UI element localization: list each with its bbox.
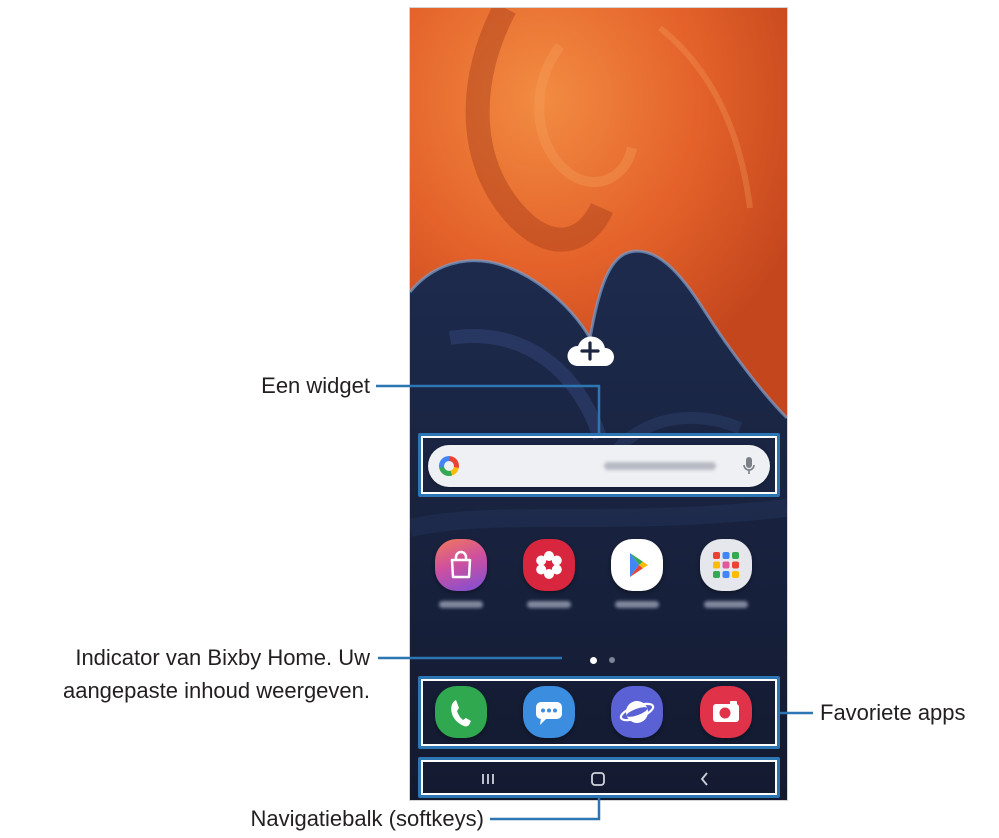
app-label-blurred — [527, 601, 571, 608]
play-store-app[interactable] — [611, 539, 663, 591]
widget-label: Een widget — [261, 373, 370, 398]
gallery-icon — [536, 551, 562, 579]
page-indicator[interactable] — [590, 656, 628, 664]
galaxy-store-app[interactable] — [435, 539, 487, 591]
favorites-callout-box — [418, 676, 780, 749]
navbar-callout-box — [418, 757, 780, 798]
bixby-label-line2: aangepaste inhoud weergeven. — [62, 678, 370, 703]
app-label-blurred — [704, 601, 748, 608]
page-indicator-dot — [590, 656, 597, 664]
app-label-blurred — [439, 601, 483, 608]
page-indicator-dot — [609, 657, 615, 663]
play-store-icon — [630, 553, 648, 577]
navbar-callout-line — [490, 798, 601, 821]
favorites-label: Favoriete apps — [820, 700, 966, 725]
galaxy-store-icon — [450, 550, 472, 579]
navbar-label: Navigatiebalk (softkeys) — [250, 806, 484, 831]
gallery-app[interactable] — [523, 539, 575, 591]
widget-callout-box — [418, 433, 780, 497]
app-label-blurred — [615, 601, 659, 608]
cloud-add-icon[interactable] — [565, 334, 615, 368]
google-folder[interactable] — [700, 539, 752, 591]
google-folder-icon — [713, 552, 739, 578]
bixby-label-line1: Indicator van Bixby Home. Uw — [75, 645, 370, 670]
